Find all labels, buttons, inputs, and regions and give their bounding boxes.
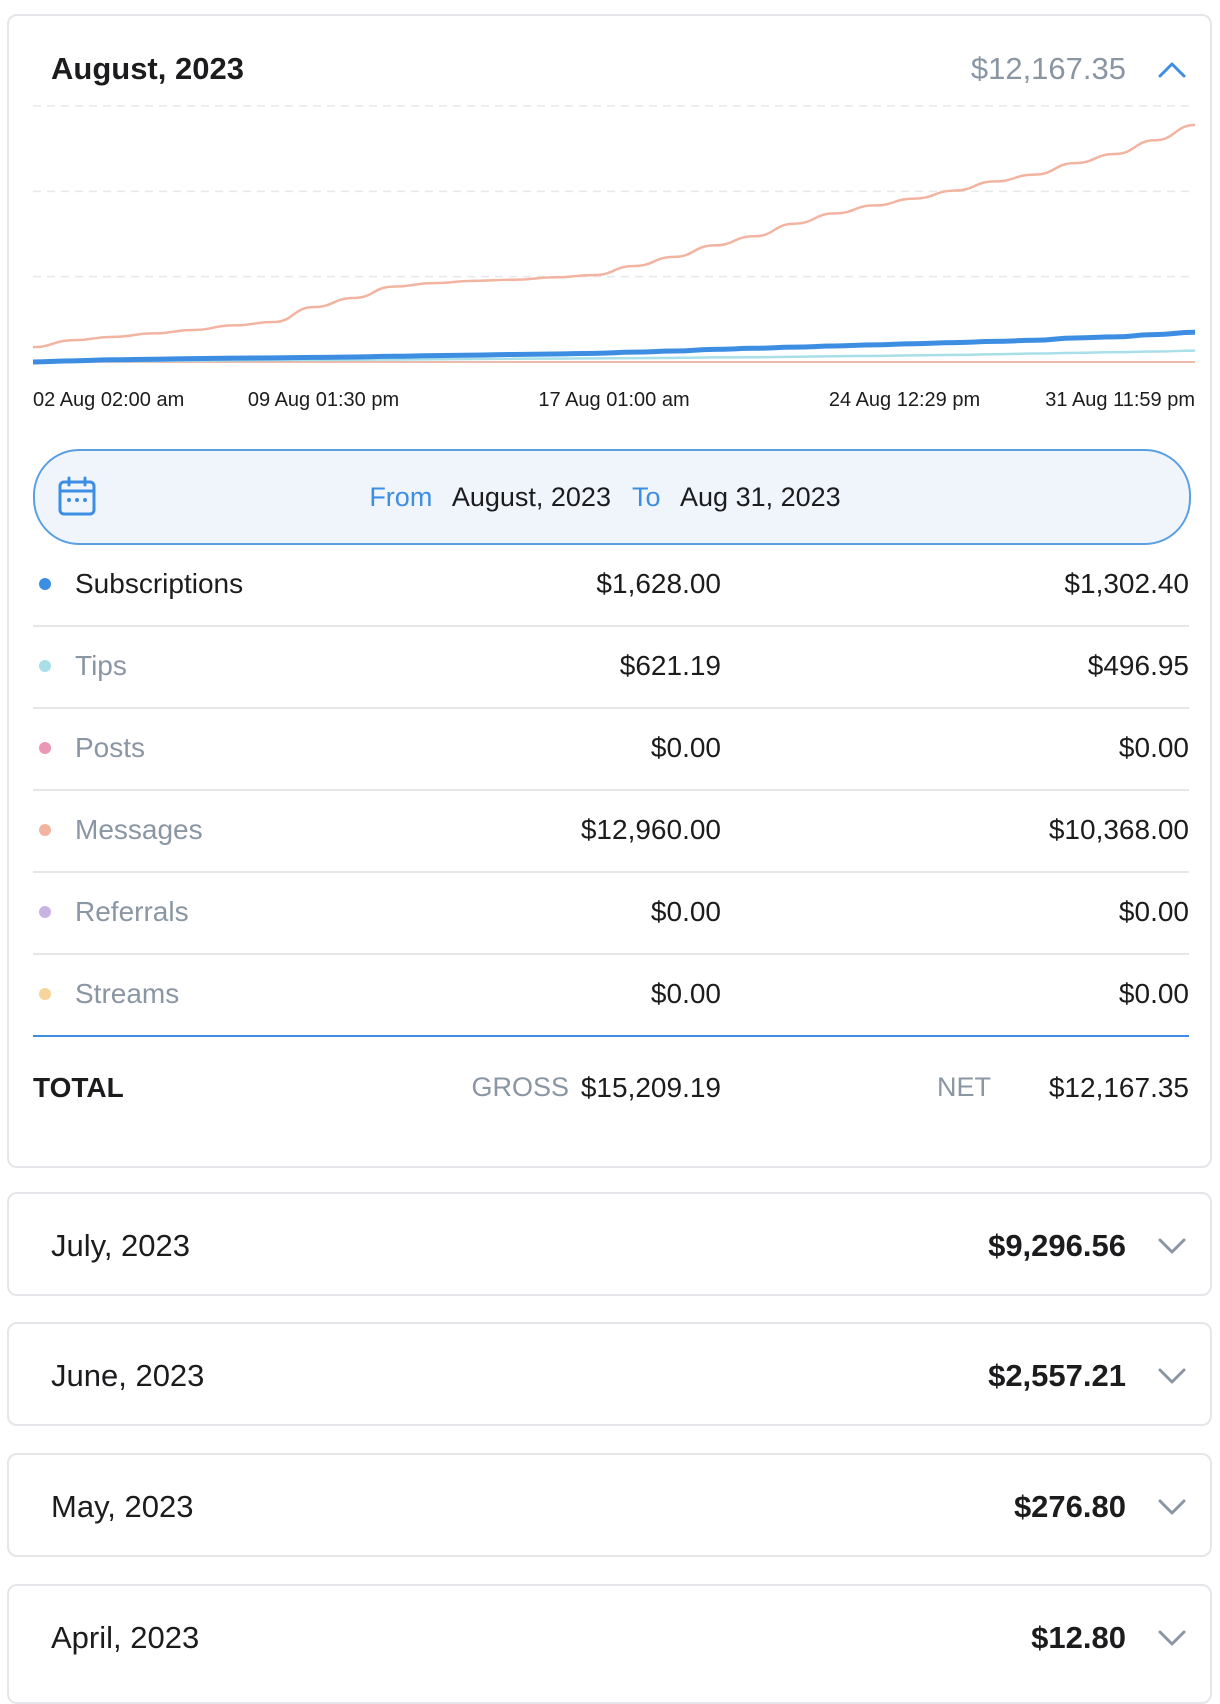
- total-label: TOTAL: [33, 1072, 124, 1103]
- category-name: Streams: [75, 978, 180, 1009]
- month-title: July, 2023: [51, 1228, 191, 1263]
- category-name: Subscriptions: [75, 568, 244, 599]
- month-total: $2,557.21: [988, 1358, 1126, 1393]
- category-gross: $12,960.00: [580, 814, 721, 845]
- x-tick-label: 17 Aug 01:00 am: [538, 389, 689, 411]
- month-total: $276.80: [1013, 1489, 1126, 1524]
- legend-dot: [39, 988, 51, 1000]
- gross-total: $15,209.19: [580, 1072, 721, 1103]
- chart-lines: [33, 123, 1195, 365]
- month-card-june[interactable]: June, 2023 $2,557.21: [7, 1322, 1212, 1426]
- month-total: $12,167.35: [970, 51, 1126, 86]
- category-net: $10,368.00: [1048, 814, 1189, 845]
- legend-dot: [39, 578, 51, 590]
- category-row-posts: Posts $0.00 $0.00: [33, 707, 1189, 791]
- chevron-down-icon[interactable]: [1156, 1622, 1188, 1654]
- net-label: NET: [937, 1072, 991, 1102]
- month-card-may[interactable]: May, 2023 $276.80: [7, 1453, 1212, 1557]
- date-range-text: From August, 2023 To Aug 31, 2023: [35, 479, 1189, 515]
- chart-grid: [33, 105, 1195, 278]
- month-card-july[interactable]: July, 2023 $9,296.56: [7, 1192, 1212, 1296]
- category-gross: $1,628.00: [596, 568, 721, 599]
- category-gross: $621.19: [619, 650, 721, 681]
- series-line-0: [33, 123, 1195, 349]
- category-name: Messages: [75, 814, 203, 845]
- range-to-label: To: [631, 482, 661, 512]
- month-title: August, 2023: [51, 51, 244, 86]
- category-row-tips: Tips $621.19 $496.95: [33, 625, 1189, 709]
- x-tick-label: 24 Aug 12:29 pm: [829, 389, 980, 411]
- month-total: $12.80: [1031, 1620, 1126, 1655]
- net-total: $12,167.35: [1048, 1072, 1189, 1103]
- legend-dot: [39, 906, 51, 918]
- range-from-label: From: [369, 482, 433, 512]
- category-name: Posts: [75, 732, 146, 763]
- category-net: $0.00: [1118, 732, 1189, 763]
- category-row-referrals: Referrals $0.00 $0.00: [33, 871, 1189, 955]
- month-title: June, 2023: [51, 1358, 205, 1393]
- legend-dot: [39, 660, 51, 672]
- month-card-august: August, 2023 $12,167.35 02 Aug 02:00 am 0…: [7, 14, 1212, 1168]
- category-row-messages: Messages $12,960.00 $10,368.00: [33, 789, 1189, 873]
- x-tick-label: 09 Aug 01:30 pm: [248, 389, 399, 411]
- x-tick-label: 31 Aug 11:59 pm: [1045, 389, 1195, 411]
- range-to-value: Aug 31, 2023: [680, 482, 841, 512]
- chevron-down-icon[interactable]: [1156, 1491, 1188, 1523]
- category-gross: $0.00: [650, 896, 721, 927]
- range-from-value: August, 2023: [451, 482, 611, 512]
- total-row: TOTAL GROSS $15,209.19 NET $12,167.35: [33, 1066, 1189, 1114]
- chevron-down-icon[interactable]: [1156, 1360, 1188, 1392]
- category-net: $496.95: [1087, 650, 1189, 681]
- chevron-down-icon[interactable]: [1156, 1230, 1188, 1262]
- legend-dot: [39, 824, 51, 836]
- earnings-chart: 02 Aug 02:00 am 09 Aug 01:30 pm 17 Aug 01:…: [33, 105, 1195, 411]
- chart-x-ticks: 02 Aug 02:00 am 09 Aug 01:30 pm 17 Aug 01:…: [33, 389, 1195, 411]
- category-row-streams: Streams $0.00 $0.00: [33, 953, 1189, 1037]
- category-name: Tips: [75, 650, 127, 681]
- category-name: Referrals: [75, 896, 189, 927]
- category-gross: $0.00: [650, 732, 721, 763]
- month-title: May, 2023: [51, 1489, 194, 1524]
- legend-dot: [39, 742, 51, 754]
- chevron-up-icon[interactable]: [1156, 54, 1188, 86]
- month-title: April, 2023: [51, 1620, 200, 1655]
- category-net: $0.00: [1118, 896, 1189, 927]
- month-card-april[interactable]: April, 2023 $12.80: [7, 1584, 1212, 1704]
- category-net: $1,302.40: [1064, 568, 1189, 599]
- month-total: $9,296.56: [988, 1228, 1126, 1263]
- category-gross: $0.00: [650, 978, 721, 1009]
- category-row-subscriptions: Subscriptions $1,628.00 $1,302.40: [33, 543, 1189, 627]
- x-tick-label: 02 Aug 02:00 am: [33, 389, 184, 411]
- gross-label: GROSS: [471, 1072, 569, 1102]
- date-range-picker[interactable]: From August, 2023 To Aug 31, 2023: [33, 449, 1191, 545]
- category-net: $0.00: [1118, 978, 1189, 1009]
